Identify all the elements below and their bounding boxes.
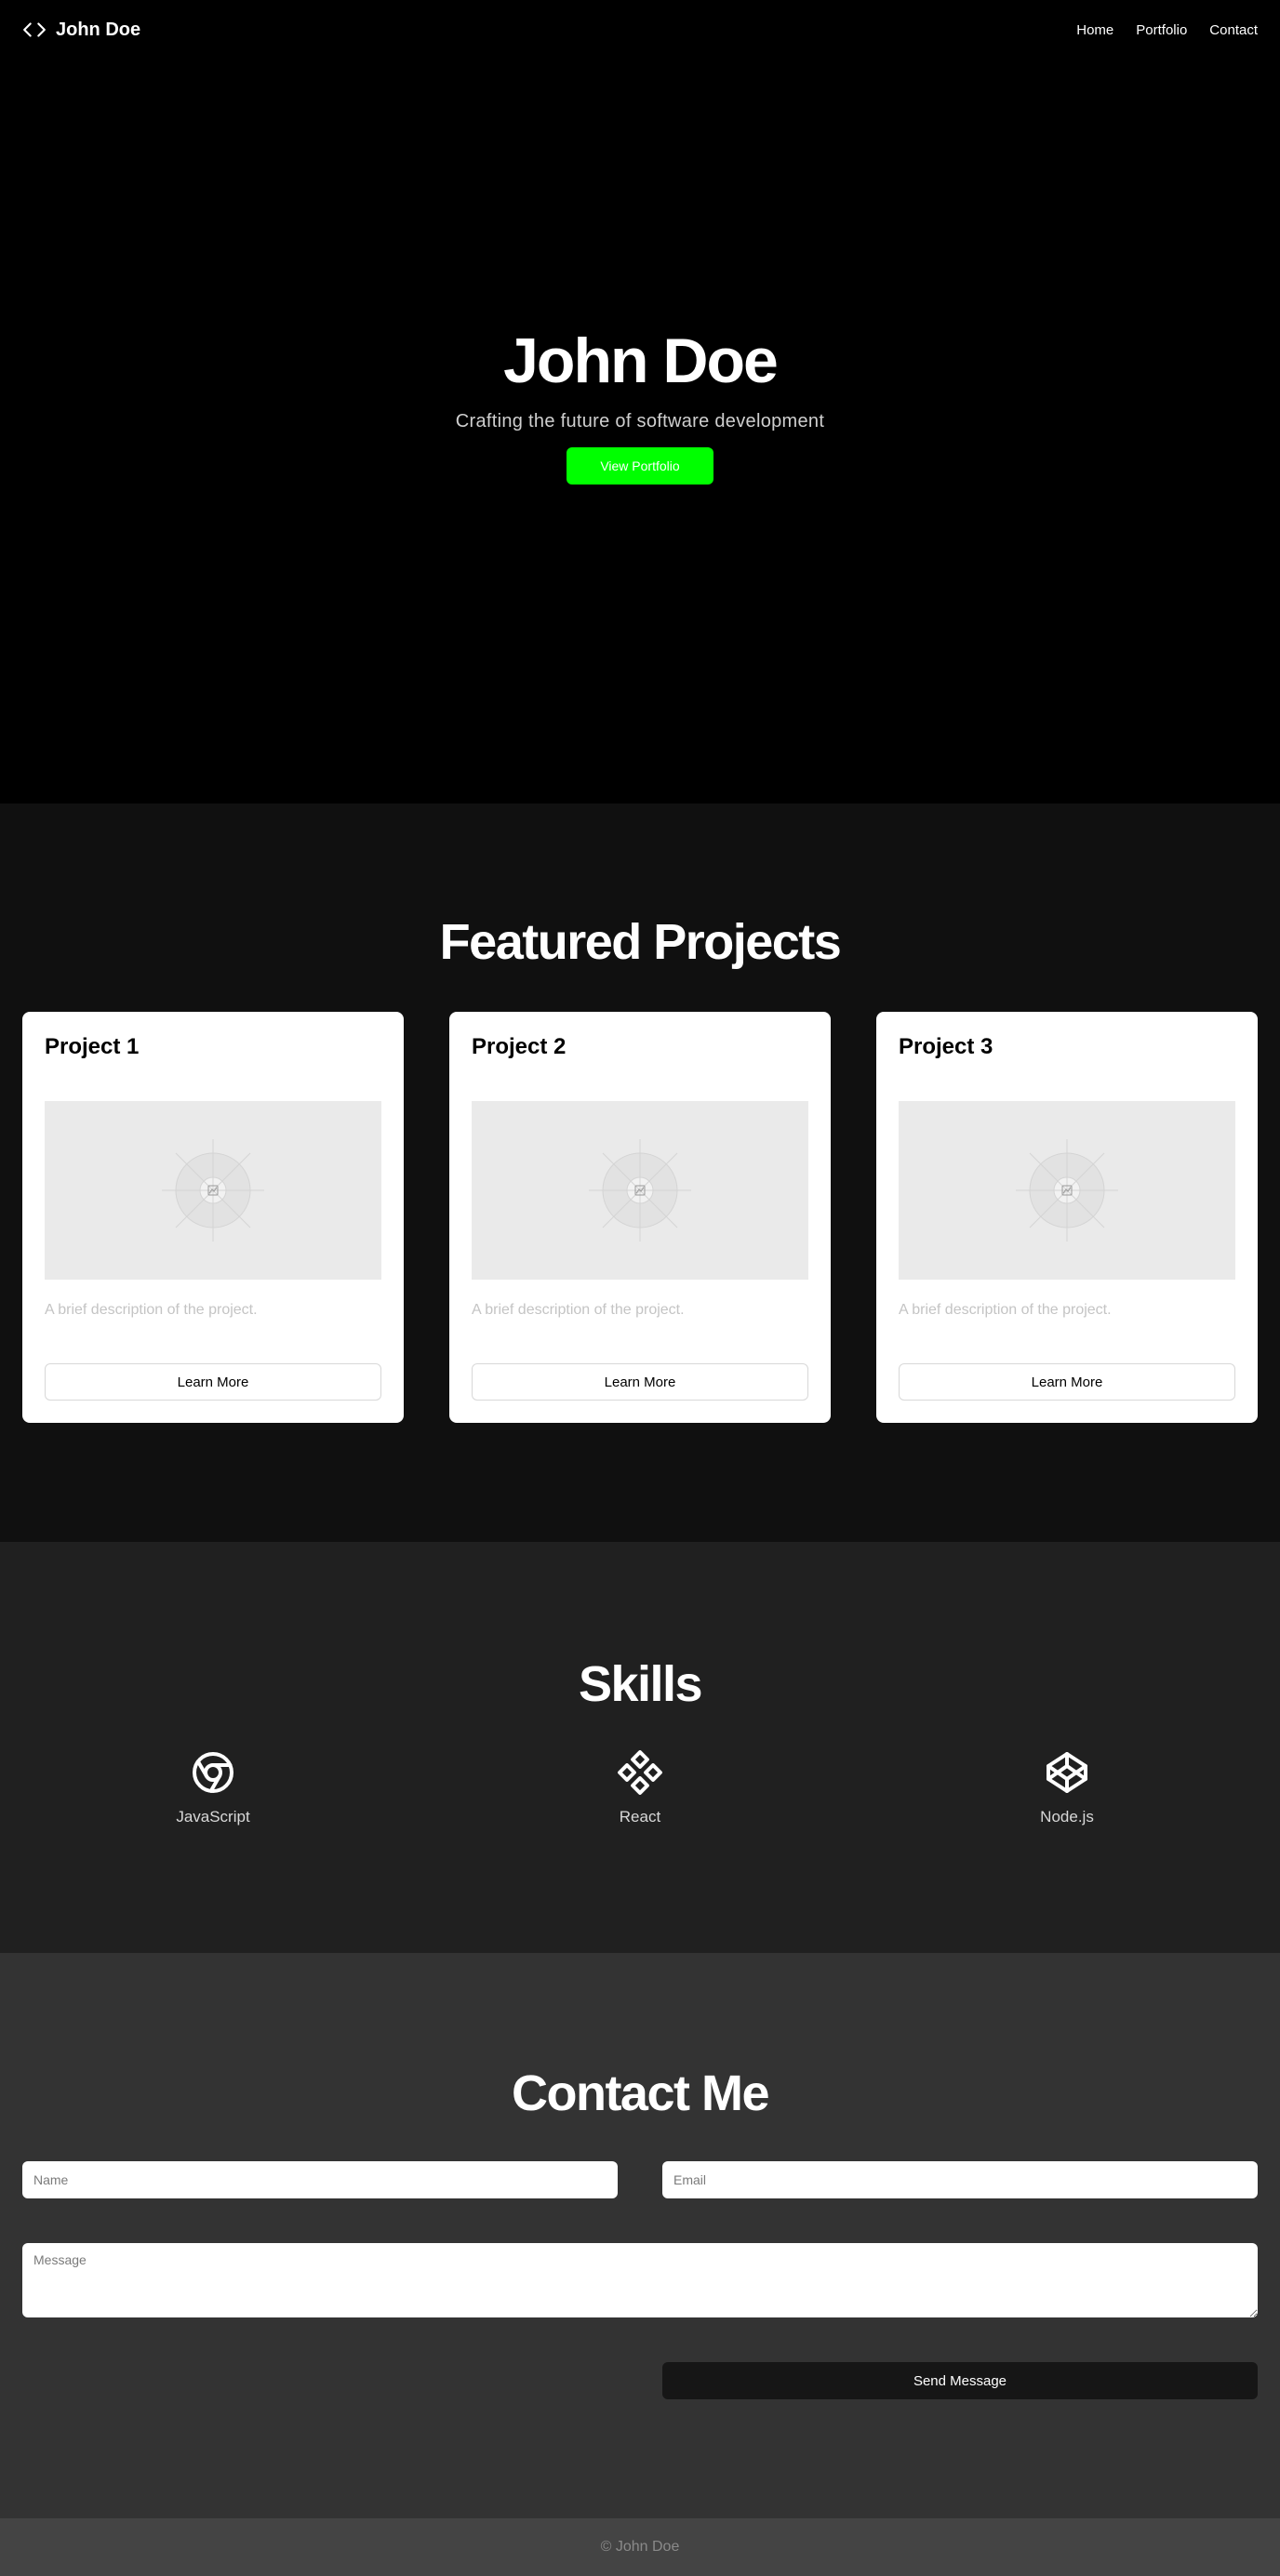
nav-link-contact[interactable]: Contact: [1209, 22, 1258, 38]
skill-label: React: [619, 1808, 661, 1826]
hero-subtitle: Crafting the future of software developm…: [455, 410, 825, 432]
project-card: Project 3 A brief description of the pro…: [876, 1012, 1258, 1423]
project-card: Project 2 A brief description of the pro…: [449, 1012, 831, 1423]
hero-title: John Doe: [503, 325, 779, 396]
project-cards: Project 1 A brief description of the pro…: [0, 1012, 1280, 1423]
skills-section: Skills JavaScript React Node.js: [0, 1542, 1280, 1953]
top-nav: John Doe Home Portfolio Contact: [0, 0, 1280, 60]
nav-link-portfolio[interactable]: Portfolio: [1136, 22, 1187, 38]
skills-title: Skills: [578, 1656, 703, 1712]
project-description: A brief description of the project.: [45, 1302, 258, 1318]
project-title: Project 2: [472, 1034, 567, 1059]
skill-item: JavaScript: [22, 1750, 404, 1826]
nav-link-home[interactable]: Home: [1076, 22, 1113, 38]
nav-links: Home Portfolio Contact: [1076, 22, 1258, 38]
skill-label: Node.js: [1040, 1808, 1094, 1826]
send-message-button[interactable]: Send Message: [662, 2362, 1258, 2399]
message-field[interactable]: [22, 2243, 1258, 2317]
codepen-icon: [1047, 1752, 1087, 1793]
project-image: [899, 1101, 1235, 1280]
code-icon: [23, 22, 46, 37]
chrome-icon: [193, 1752, 233, 1793]
contact-form: Send Message: [0, 2161, 1280, 2399]
footer-text: © John Doe: [600, 2539, 680, 2555]
project-image: [45, 1101, 381, 1280]
learn-more-button[interactable]: Learn More: [45, 1363, 381, 1401]
project-image: [472, 1101, 808, 1280]
learn-more-button[interactable]: Learn More: [472, 1363, 808, 1401]
skill-item: React: [449, 1750, 831, 1826]
learn-more-button[interactable]: Learn More: [899, 1363, 1235, 1401]
brand-name: John Doe: [56, 19, 141, 40]
project-title: Project 1: [45, 1034, 140, 1059]
skill-label: JavaScript: [176, 1808, 250, 1826]
figma-components-icon: [618, 1750, 662, 1795]
projects-section: Featured Projects Project 1 A brief desc…: [0, 803, 1280, 1542]
image-placeholder-icon: [162, 1139, 264, 1242]
hero-section: John Doe Crafting the future of software…: [0, 0, 1280, 803]
contact-form-row: [22, 2161, 1258, 2198]
view-portfolio-button[interactable]: View Portfolio: [567, 446, 713, 485]
project-description: A brief description of the project.: [899, 1302, 1112, 1318]
name-field[interactable]: [22, 2161, 618, 2198]
image-placeholder-icon: [589, 1139, 691, 1242]
project-title: Project 3: [899, 1034, 993, 1059]
brand[interactable]: John Doe: [22, 18, 140, 42]
projects-title: Featured Projects: [439, 914, 842, 970]
contact-section: Contact Me Send Message: [0, 1953, 1280, 2518]
project-description: A brief description of the project.: [472, 1302, 685, 1318]
email-field[interactable]: [662, 2161, 1258, 2198]
image-placeholder-icon: [1016, 1139, 1118, 1242]
contact-title: Contact Me: [511, 2065, 770, 2121]
skill-list: JavaScript React Node.js: [0, 1750, 1280, 1826]
project-card: Project 1 A brief description of the pro…: [22, 1012, 404, 1423]
send-row: Send Message: [22, 2362, 1258, 2399]
skill-item: Node.js: [876, 1750, 1258, 1826]
footer: © John Doe: [0, 2518, 1280, 2576]
